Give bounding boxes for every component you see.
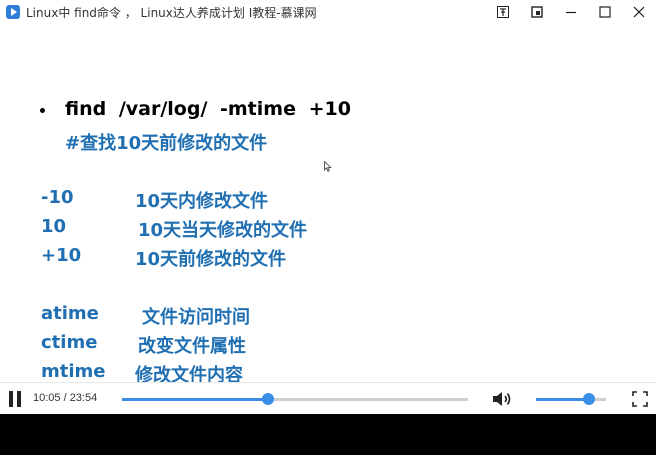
video-player-window: Linux中 find命令 ， Linux达人养成计划 I教程-慕课网 find… (0, 0, 656, 455)
pause-icon (9, 391, 13, 407)
time-type-name: atime (41, 303, 99, 324)
video-frame[interactable]: find /var/log/ -mtime +10 #查找10天前修改的文件 -… (0, 37, 656, 386)
time-type-desc: 文件访问时间 (142, 307, 250, 328)
fullscreen-icon[interactable] (632, 391, 648, 407)
pin-icon (497, 6, 509, 18)
minimize-button[interactable] (554, 0, 588, 24)
window-controls (486, 0, 656, 24)
close-button[interactable] (622, 0, 656, 24)
video-letterbox (0, 414, 656, 455)
pin-button[interactable] (486, 0, 520, 24)
volume-slider[interactable] (536, 393, 606, 405)
time-type-desc: 改变文件属性 (138, 336, 246, 357)
mtime-value-desc: 10天内修改文件 (135, 191, 269, 212)
pause-icon (17, 391, 21, 407)
minimize-icon (566, 11, 576, 14)
mtime-value-code: 10 (41, 216, 67, 237)
time-type-name: mtime (41, 361, 106, 382)
player-control-bar: 10:05 / 23:54 (0, 382, 656, 415)
volume-handle[interactable] (583, 393, 596, 405)
close-icon (633, 6, 645, 18)
mini-mode-button[interactable] (520, 0, 554, 24)
mtime-value-desc: 10天当天修改的文件 (138, 220, 308, 241)
title-bar[interactable]: Linux中 find命令 ， Linux达人养成计划 I教程-慕课网 (0, 0, 656, 24)
mtime-value-code: +10 (41, 245, 82, 266)
mouse-cursor-icon (324, 161, 332, 172)
mini-mode-icon (531, 6, 543, 18)
pause-button[interactable] (8, 391, 22, 407)
time-type-name: ctime (41, 332, 98, 353)
time-display: 10:05 / 23:54 (33, 392, 98, 404)
mtime-value-code: -10 (41, 187, 74, 208)
command-comment: #查找10天前修改的文件 (65, 133, 268, 154)
mtime-value-desc: 10天前修改的文件 (135, 249, 287, 270)
video-player-icon (6, 5, 20, 19)
progress-bar[interactable] (122, 393, 468, 405)
window-title: Linux中 find命令 ， Linux达人养成计划 I教程-慕课网 (26, 5, 317, 20)
maximize-button[interactable] (588, 0, 622, 24)
volume-fill (536, 398, 590, 401)
progress-fill (122, 398, 268, 401)
volume-icon[interactable] (492, 390, 512, 408)
maximize-icon (599, 6, 611, 18)
progress-handle[interactable] (261, 393, 274, 405)
bullet-point (40, 108, 45, 113)
find-command: find /var/log/ -mtime +10 (65, 98, 351, 120)
